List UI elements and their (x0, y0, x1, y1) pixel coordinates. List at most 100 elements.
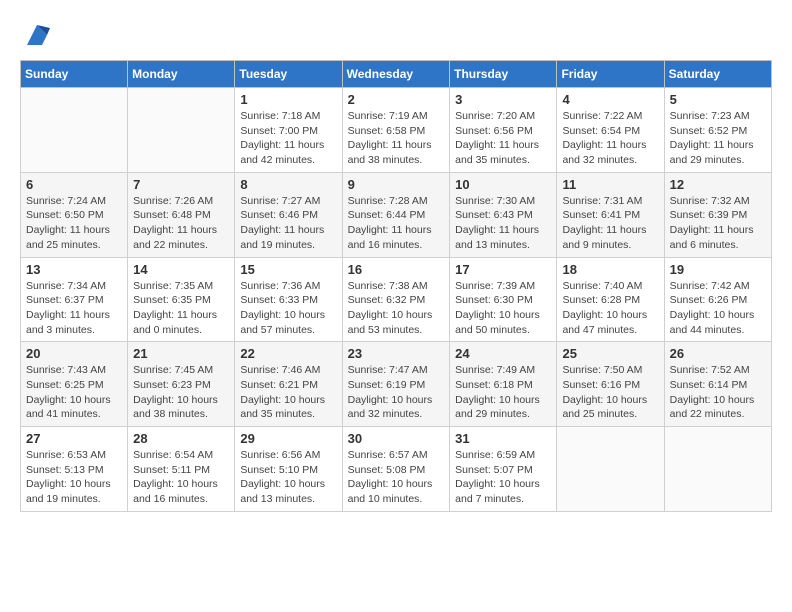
day-detail: Sunrise: 7:36 AM Sunset: 6:33 PM Dayligh… (240, 279, 336, 338)
calendar-week-2: 6 Sunrise: 7:24 AM Sunset: 6:50 PM Daylig… (21, 172, 772, 257)
calendar-cell: 9Sunrise: 7:28 AM Sunset: 6:44 PM Daylig… (342, 172, 450, 257)
calendar-cell: 21 Sunrise: 7:45 AM Sunset: 6:23 PM Dayli… (128, 342, 235, 427)
calendar-cell: 2Sunrise: 7:19 AM Sunset: 6:58 PM Daylig… (342, 88, 450, 173)
day-number: 30 (348, 431, 445, 446)
calendar-table: SundayMondayTuesdayWednesdayThursdayFrid… (20, 60, 772, 512)
weekday-header-monday: Monday (128, 61, 235, 88)
day-detail: Sunrise: 7:38 AM Sunset: 6:32 PM Dayligh… (348, 279, 445, 338)
day-number: 20 (26, 346, 122, 361)
calendar-cell: 5Sunrise: 7:23 AM Sunset: 6:52 PM Daylig… (664, 88, 771, 173)
calendar-cell: 4Sunrise: 7:22 AM Sunset: 6:54 PM Daylig… (557, 88, 664, 173)
calendar-cell: 25 Sunrise: 7:50 AM Sunset: 6:16 PM Dayli… (557, 342, 664, 427)
day-number: 27 (26, 431, 122, 446)
calendar-cell: 18 Sunrise: 7:40 AM Sunset: 6:28 PM Dayli… (557, 257, 664, 342)
weekday-header-row: SundayMondayTuesdayWednesdayThursdayFrid… (21, 61, 772, 88)
calendar-cell: 13Sunrise: 7:34 AM Sunset: 6:37 PM Dayli… (21, 257, 128, 342)
day-detail: Sunrise: 7:35 AM Sunset: 6:35 PM Dayligh… (133, 279, 229, 338)
day-number: 26 (670, 346, 766, 361)
day-detail: Sunrise: 7:42 AM Sunset: 6:26 PM Dayligh… (670, 279, 766, 338)
day-number: 11 (562, 177, 658, 192)
day-detail: Sunrise: 7:26 AM Sunset: 6:48 PM Dayligh… (133, 194, 229, 253)
calendar-cell: 27 Sunrise: 6:53 AM Sunset: 5:13 PM Dayli… (21, 427, 128, 512)
day-detail: Sunrise: 7:23 AM Sunset: 6:52 PM Dayligh… (670, 109, 766, 168)
day-detail: Sunrise: 6:54 AM Sunset: 5:11 PM Dayligh… (133, 448, 229, 507)
calendar-cell: 1Sunrise: 7:18 AM Sunset: 7:00 PM Daylig… (235, 88, 342, 173)
page-header (20, 20, 772, 50)
weekday-header-friday: Friday (557, 61, 664, 88)
calendar-cell: 11 Sunrise: 7:31 AM Sunset: 6:41 PM Dayli… (557, 172, 664, 257)
day-number: 17 (455, 262, 551, 277)
calendar-cell: 28 Sunrise: 6:54 AM Sunset: 5:11 PM Dayli… (128, 427, 235, 512)
calendar-cell (21, 88, 128, 173)
day-detail: Sunrise: 7:43 AM Sunset: 6:25 PM Dayligh… (26, 363, 122, 422)
day-number: 19 (670, 262, 766, 277)
day-number: 9 (348, 177, 445, 192)
calendar-cell: 16 Sunrise: 7:38 AM Sunset: 6:32 PM Dayli… (342, 257, 450, 342)
calendar-cell: 7 Sunrise: 7:26 AM Sunset: 6:48 PM Daylig… (128, 172, 235, 257)
logo (20, 20, 52, 50)
weekday-header-sunday: Sunday (21, 61, 128, 88)
day-detail: Sunrise: 7:20 AM Sunset: 6:56 PM Dayligh… (455, 109, 551, 168)
day-number: 15 (240, 262, 336, 277)
day-number: 21 (133, 346, 229, 361)
calendar-week-1: 1Sunrise: 7:18 AM Sunset: 7:00 PM Daylig… (21, 88, 772, 173)
day-detail: Sunrise: 6:57 AM Sunset: 5:08 PM Dayligh… (348, 448, 445, 507)
calendar-week-5: 27 Sunrise: 6:53 AM Sunset: 5:13 PM Dayli… (21, 427, 772, 512)
calendar-cell: 31 Sunrise: 6:59 AM Sunset: 5:07 PM Dayli… (450, 427, 557, 512)
day-detail: Sunrise: 7:45 AM Sunset: 6:23 PM Dayligh… (133, 363, 229, 422)
weekday-header-wednesday: Wednesday (342, 61, 450, 88)
day-number: 3 (455, 92, 551, 107)
logo-icon (22, 20, 52, 50)
calendar-body: 1Sunrise: 7:18 AM Sunset: 7:00 PM Daylig… (21, 88, 772, 512)
calendar-cell: 19 Sunrise: 7:42 AM Sunset: 6:26 PM Dayli… (664, 257, 771, 342)
calendar-cell (557, 427, 664, 512)
day-detail: Sunrise: 7:50 AM Sunset: 6:16 PM Dayligh… (562, 363, 658, 422)
day-number: 31 (455, 431, 551, 446)
calendar-week-4: 20 Sunrise: 7:43 AM Sunset: 6:25 PM Dayli… (21, 342, 772, 427)
day-detail: Sunrise: 7:39 AM Sunset: 6:30 PM Dayligh… (455, 279, 551, 338)
day-detail: Sunrise: 7:40 AM Sunset: 6:28 PM Dayligh… (562, 279, 658, 338)
calendar-cell: 22Sunrise: 7:46 AM Sunset: 6:21 PM Dayli… (235, 342, 342, 427)
day-detail: Sunrise: 6:59 AM Sunset: 5:07 PM Dayligh… (455, 448, 551, 507)
day-detail: Sunrise: 7:24 AM Sunset: 6:50 PM Dayligh… (26, 194, 122, 253)
calendar-cell: 14 Sunrise: 7:35 AM Sunset: 6:35 PM Dayli… (128, 257, 235, 342)
day-number: 29 (240, 431, 336, 446)
day-detail: Sunrise: 7:31 AM Sunset: 6:41 PM Dayligh… (562, 194, 658, 253)
day-number: 25 (562, 346, 658, 361)
calendar-cell: 17 Sunrise: 7:39 AM Sunset: 6:30 PM Dayli… (450, 257, 557, 342)
day-detail: Sunrise: 7:49 AM Sunset: 6:18 PM Dayligh… (455, 363, 551, 422)
calendar-cell (128, 88, 235, 173)
day-number: 23 (348, 346, 445, 361)
day-number: 14 (133, 262, 229, 277)
day-detail: Sunrise: 7:30 AM Sunset: 6:43 PM Dayligh… (455, 194, 551, 253)
calendar-cell: 20 Sunrise: 7:43 AM Sunset: 6:25 PM Dayli… (21, 342, 128, 427)
calendar-cell: 3 Sunrise: 7:20 AM Sunset: 6:56 PM Daylig… (450, 88, 557, 173)
day-number: 12 (670, 177, 766, 192)
day-number: 4 (562, 92, 658, 107)
calendar-cell: 30 Sunrise: 6:57 AM Sunset: 5:08 PM Dayli… (342, 427, 450, 512)
day-detail: Sunrise: 7:47 AM Sunset: 6:19 PM Dayligh… (348, 363, 445, 422)
day-detail: Sunrise: 7:34 AM Sunset: 6:37 PM Dayligh… (26, 279, 122, 338)
weekday-header-thursday: Thursday (450, 61, 557, 88)
calendar-cell: 24 Sunrise: 7:49 AM Sunset: 6:18 PM Dayli… (450, 342, 557, 427)
calendar-cell (664, 427, 771, 512)
day-number: 7 (133, 177, 229, 192)
day-detail: Sunrise: 7:27 AM Sunset: 6:46 PM Dayligh… (240, 194, 336, 253)
day-number: 6 (26, 177, 122, 192)
day-number: 16 (348, 262, 445, 277)
day-detail: Sunrise: 6:56 AM Sunset: 5:10 PM Dayligh… (240, 448, 336, 507)
calendar-cell: 29 Sunrise: 6:56 AM Sunset: 5:10 PM Dayli… (235, 427, 342, 512)
day-number: 22 (240, 346, 336, 361)
calendar-cell: 6 Sunrise: 7:24 AM Sunset: 6:50 PM Daylig… (21, 172, 128, 257)
day-detail: Sunrise: 7:18 AM Sunset: 7:00 PM Dayligh… (240, 109, 336, 168)
day-number: 28 (133, 431, 229, 446)
day-number: 24 (455, 346, 551, 361)
day-number: 18 (562, 262, 658, 277)
day-number: 10 (455, 177, 551, 192)
calendar-cell: 23 Sunrise: 7:47 AM Sunset: 6:19 PM Dayli… (342, 342, 450, 427)
weekday-header-tuesday: Tuesday (235, 61, 342, 88)
calendar-cell: 12 Sunrise: 7:32 AM Sunset: 6:39 PM Dayli… (664, 172, 771, 257)
calendar-cell: 26Sunrise: 7:52 AM Sunset: 6:14 PM Dayli… (664, 342, 771, 427)
day-detail: Sunrise: 6:53 AM Sunset: 5:13 PM Dayligh… (26, 448, 122, 507)
day-detail: Sunrise: 7:32 AM Sunset: 6:39 PM Dayligh… (670, 194, 766, 253)
